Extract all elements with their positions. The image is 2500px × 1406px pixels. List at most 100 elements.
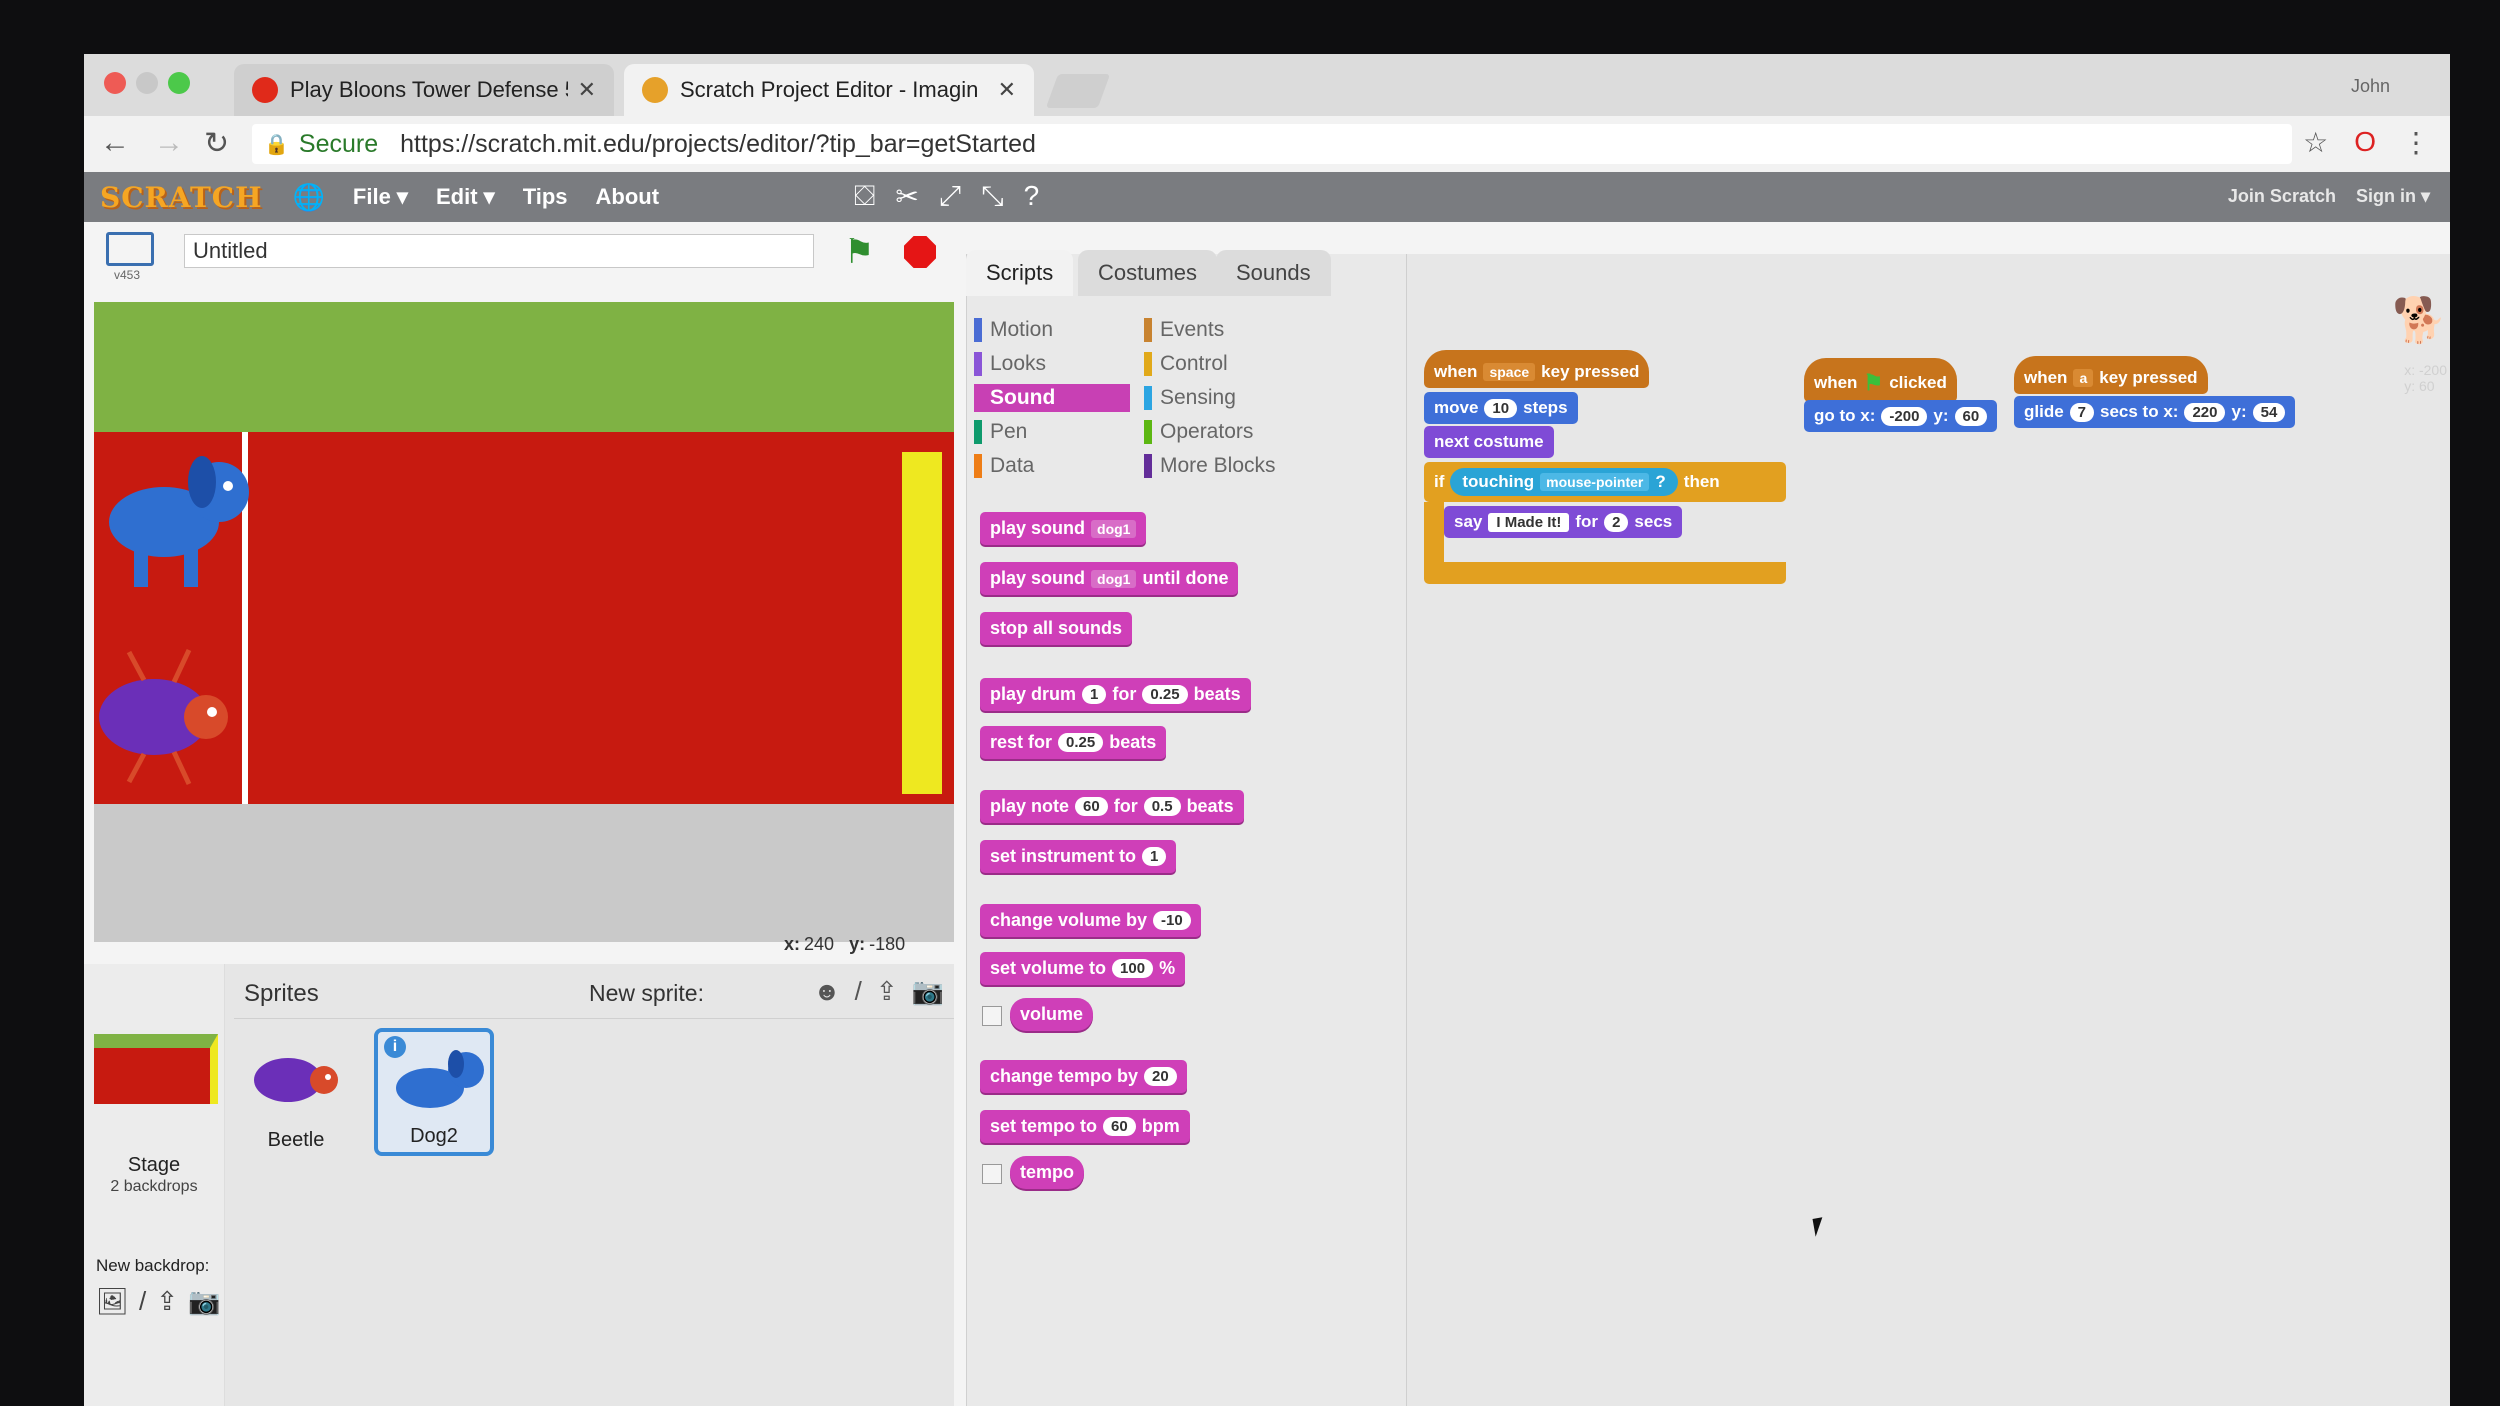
y-input[interactable]: 60 bbox=[1954, 406, 1988, 426]
block-tempo-reporter[interactable]: tempo bbox=[1010, 1156, 1084, 1189]
minimize-window-button[interactable] bbox=[136, 72, 158, 94]
block-change-volume[interactable]: change volume by -10 bbox=[980, 904, 1201, 937]
dog-sprite-icon[interactable] bbox=[94, 452, 254, 602]
category-control[interactable]: Control bbox=[1144, 350, 1344, 378]
back-icon[interactable]: ← bbox=[100, 126, 130, 160]
beetle-sprite-icon[interactable] bbox=[94, 642, 244, 792]
block-play-note[interactable]: play note 60 for 0.5 beats bbox=[980, 790, 1244, 823]
menu-about[interactable]: About bbox=[596, 184, 660, 210]
category-pen[interactable]: Pen bbox=[974, 418, 1134, 446]
menu-edit[interactable]: Edit ▾ bbox=[436, 184, 495, 210]
category-sensing[interactable]: Sensing bbox=[1144, 384, 1344, 412]
profile-name[interactable]: John bbox=[2351, 76, 2390, 97]
block-set-volume[interactable]: set volume to 100% bbox=[980, 952, 1186, 985]
when-a-key-pressed-hat[interactable]: when a key pressed bbox=[2014, 356, 2208, 394]
sprite-thumb-dog2[interactable]: i Dog2 bbox=[374, 1028, 494, 1156]
block-play-drum[interactable]: play drum 1 for 0.25 beats bbox=[980, 678, 1251, 711]
tempo-delta-input[interactable]: 20 bbox=[1144, 1067, 1177, 1086]
volume-checkbox[interactable] bbox=[982, 1006, 1002, 1026]
tab-sounds[interactable]: Sounds bbox=[1216, 250, 1331, 296]
note-input[interactable]: 60 bbox=[1075, 797, 1108, 816]
beats-input[interactable]: 0.25 bbox=[1058, 733, 1104, 752]
help-block-icon[interactable]: ? bbox=[1024, 180, 1040, 213]
tempo-checkbox[interactable] bbox=[982, 1164, 1002, 1184]
touching-dropdown[interactable]: mouse-pointer bbox=[1540, 473, 1650, 491]
sprite-library-icon[interactable]: ☻ bbox=[813, 976, 840, 1007]
block-play-sound-until-done[interactable]: play sound dog1 until done bbox=[980, 562, 1239, 595]
upload-sprite-icon[interactable]: ⇪ bbox=[876, 976, 898, 1007]
go-to-xy-block[interactable]: go to x: -200 y: 60 bbox=[1804, 400, 1998, 432]
category-looks[interactable]: Looks bbox=[974, 350, 1134, 378]
x-input[interactable]: -200 bbox=[1881, 406, 1928, 426]
category-operators[interactable]: Operators bbox=[1144, 418, 1344, 446]
presentation-mode-button[interactable] bbox=[106, 232, 154, 266]
sign-in-link[interactable]: Sign in ▾ bbox=[2356, 186, 2430, 207]
paint-sprite-icon[interactable]: / bbox=[855, 976, 862, 1007]
menu-tips[interactable]: Tips bbox=[523, 184, 568, 210]
secs-input[interactable]: 2 bbox=[1604, 512, 1629, 532]
block-stop-all-sounds[interactable]: stop all sounds bbox=[980, 612, 1133, 645]
block-set-tempo[interactable]: set tempo to 60 bpm bbox=[980, 1110, 1190, 1143]
x-input[interactable]: 220 bbox=[2184, 402, 2226, 422]
block-change-tempo[interactable]: change tempo by 20 bbox=[980, 1060, 1187, 1093]
stage[interactable] bbox=[94, 302, 954, 942]
project-title-input[interactable]: Untitled bbox=[184, 234, 814, 268]
block-play-sound[interactable]: play sound dog1 bbox=[980, 512, 1147, 545]
beats-input[interactable]: 0.25 bbox=[1142, 685, 1188, 704]
volume-input[interactable]: 100 bbox=[1112, 959, 1154, 978]
menu-file[interactable]: File ▾ bbox=[353, 184, 408, 210]
stage-thumbnail[interactable] bbox=[94, 1034, 218, 1104]
move-steps-block[interactable]: move 10 steps bbox=[1424, 392, 1578, 424]
glide-secs-input[interactable]: 7 bbox=[2069, 402, 2095, 422]
zoom-window-button[interactable] bbox=[168, 72, 190, 94]
stop-sign-icon[interactable] bbox=[904, 236, 936, 268]
tempo-input[interactable]: 60 bbox=[1103, 1117, 1136, 1136]
duplicate-stamp-icon[interactable]: ⛋ bbox=[854, 180, 875, 213]
url-text[interactable]: https://scratch.mit.edu/projects/editor/… bbox=[400, 130, 1036, 159]
sprite-thumb-beetle[interactable]: Beetle bbox=[236, 1028, 356, 1156]
y-input[interactable]: 54 bbox=[2252, 402, 2286, 422]
scratch-logo[interactable]: SCRATCH bbox=[100, 181, 263, 214]
new-tab-button[interactable] bbox=[1045, 74, 1111, 108]
shrink-icon[interactable]: ⤡ bbox=[981, 180, 1003, 213]
when-key-pressed-hat[interactable]: when space key pressed bbox=[1424, 350, 1650, 388]
stage-thumbnail-panel[interactable]: Stage 2 backdrops New backdrop: 🖼 / ⇪ 📷 bbox=[84, 964, 225, 1406]
touching-block[interactable]: touching mouse-pointer? bbox=[1450, 468, 1678, 496]
category-more-blocks[interactable]: More Blocks bbox=[1144, 452, 1344, 480]
block-set-instrument[interactable]: set instrument to 1 bbox=[980, 840, 1177, 873]
volume-delta-input[interactable]: -10 bbox=[1153, 911, 1191, 930]
grow-icon[interactable]: ⤢ bbox=[939, 180, 961, 213]
upload-backdrop-icon[interactable]: ⇪ bbox=[156, 1286, 178, 1317]
category-events[interactable]: Events bbox=[1144, 316, 1344, 344]
address-bar[interactable]: 🔒 Secure https://scratch.mit.edu/project… bbox=[252, 124, 2292, 164]
say-for-secs-block[interactable]: say I Made It! for 2 secs bbox=[1444, 506, 1683, 538]
camera-backdrop-icon[interactable]: 📷 bbox=[188, 1286, 220, 1317]
when-flag-clicked-hat[interactable]: when ⚑ clicked bbox=[1804, 358, 1957, 402]
reload-icon[interactable]: ↻ bbox=[204, 126, 229, 161]
glide-block[interactable]: glide 7 secs to x: 220 y: 54 bbox=[2014, 396, 2296, 428]
tab-scratch[interactable]: Scratch Project Editor - Imagin ✕ bbox=[624, 64, 1034, 116]
say-text-input[interactable]: I Made It! bbox=[1488, 512, 1570, 532]
tab-scripts[interactable]: Scripts bbox=[966, 250, 1074, 296]
steps-input[interactable]: 10 bbox=[1484, 398, 1518, 418]
sound-dropdown[interactable]: dog1 bbox=[1091, 519, 1137, 538]
category-motion[interactable]: Motion bbox=[974, 316, 1134, 344]
beats-input[interactable]: 0.5 bbox=[1143, 797, 1181, 816]
close-tab-icon[interactable]: ✕ bbox=[578, 77, 596, 103]
next-costume-block[interactable]: next costume bbox=[1424, 426, 1554, 458]
green-flag-icon[interactable]: ⚑ bbox=[844, 232, 874, 272]
block-volume-reporter[interactable]: volume bbox=[1010, 998, 1094, 1031]
tab-costumes[interactable]: Costumes bbox=[1078, 250, 1218, 296]
if-then-block[interactable]: if touching mouse-pointer? then bbox=[1424, 462, 1786, 502]
block-rest-for[interactable]: rest for 0.25 beats bbox=[980, 726, 1167, 759]
browser-menu-icon[interactable]: ⋮ bbox=[2402, 126, 2430, 159]
category-sound[interactable]: Sound bbox=[974, 384, 1130, 412]
category-data[interactable]: Data bbox=[974, 452, 1134, 480]
key-dropdown[interactable]: a bbox=[2073, 369, 2094, 387]
opera-extension-icon[interactable]: O bbox=[2354, 126, 2376, 159]
key-dropdown[interactable]: space bbox=[1483, 363, 1536, 381]
camera-sprite-icon[interactable]: 📷 bbox=[912, 976, 944, 1007]
delete-cut-icon[interactable]: ✂ bbox=[895, 180, 918, 213]
backdrop-library-icon[interactable]: 🖼 bbox=[96, 1286, 129, 1317]
language-globe-icon[interactable]: 🌐 bbox=[293, 182, 325, 213]
